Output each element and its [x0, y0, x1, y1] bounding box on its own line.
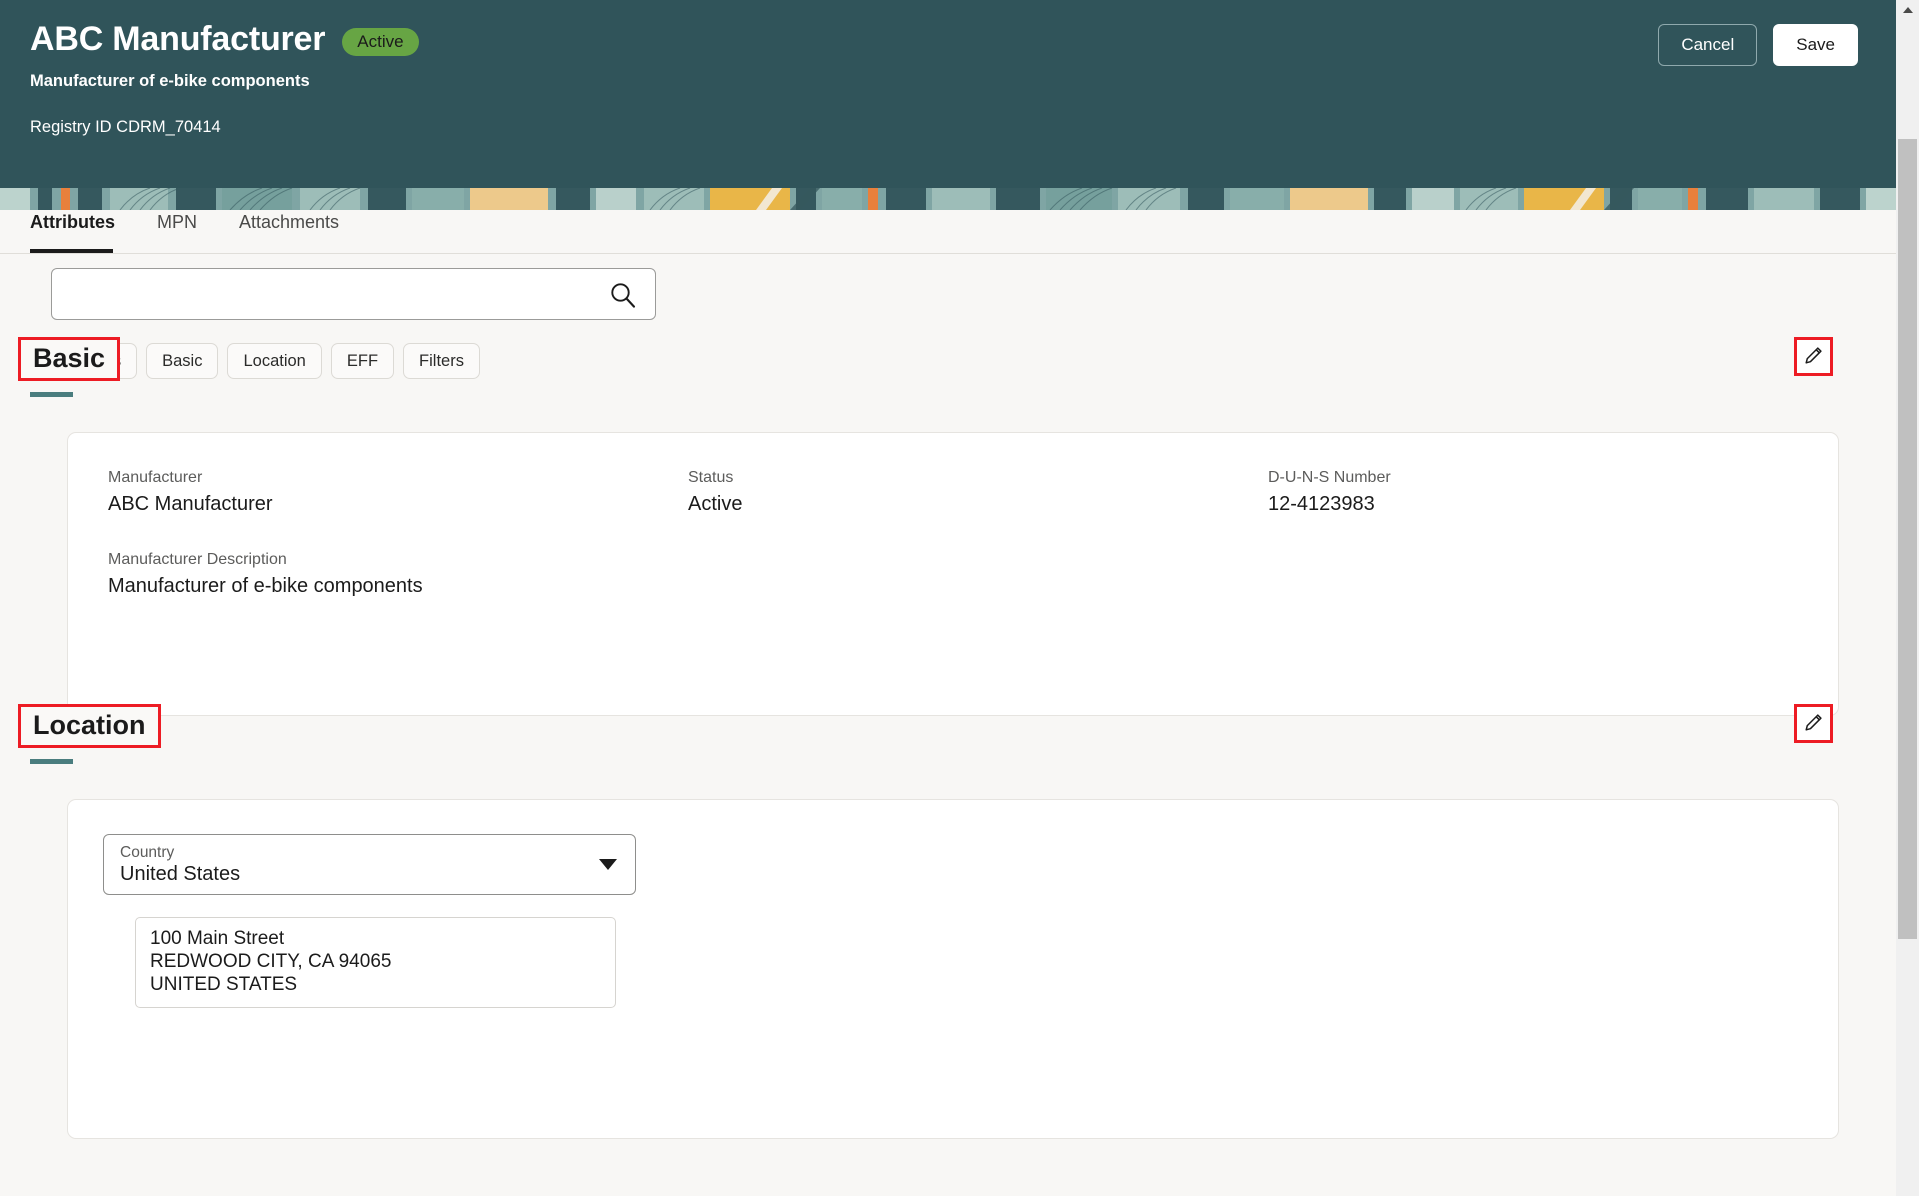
tab-bar: Attributes MPN Attachments [0, 210, 1896, 254]
search-box [51, 268, 656, 320]
country-select-label: Country [120, 844, 175, 861]
edit-location-button[interactable] [1794, 704, 1833, 743]
tab-attributes[interactable]: Attributes [30, 210, 136, 253]
section-location-accent-bar [30, 759, 73, 764]
cancel-button[interactable]: Cancel [1658, 24, 1758, 66]
tab-list: Attributes MPN Attachments [0, 210, 1896, 253]
country-select[interactable]: Country United States [103, 834, 636, 895]
section-basic-accent-bar [30, 392, 73, 397]
header-actions: Cancel Save [1658, 24, 1858, 66]
section-basic-title: Basic [33, 343, 106, 373]
address-line-2: REDWOOD CITY, CA 94065 [150, 951, 392, 973]
address-box[interactable]: 100 Main Street REDWOOD CITY, CA 94065 U… [135, 917, 616, 1008]
pencil-icon [1803, 344, 1825, 369]
field-manufacturer-label: Manufacturer [108, 469, 203, 486]
tab-mpn[interactable]: MPN [136, 210, 218, 253]
content-area: Groups Basic Location EFF Filters Basic [0, 255, 1896, 1196]
field-duns-label: D-U-N-S Number [1268, 469, 1391, 486]
search-input[interactable] [52, 269, 655, 319]
save-button[interactable]: Save [1773, 24, 1858, 66]
field-status-label: Status [688, 469, 734, 486]
section-location-header: Location [0, 704, 1896, 766]
address-line-3: UNITED STATES [150, 974, 298, 996]
basic-card: Manufacturer ABC Manufacturer Status Act… [67, 432, 1839, 716]
decorative-banner-strip [0, 188, 1896, 210]
section-basic-title-highlight: Basic [18, 337, 121, 381]
page-header: ABC Manufacturer Active Manufacturer of … [0, 0, 1896, 188]
scrollbar-thumb[interactable] [1898, 139, 1917, 939]
field-manufacturer-description-value: Manufacturer of e-bike components [108, 575, 423, 598]
section-location-title-highlight: Location [18, 704, 161, 748]
field-status: Status Active [688, 468, 1268, 517]
header-inner: ABC Manufacturer Active Manufacturer of … [0, 0, 1896, 188]
basic-field-grid: Manufacturer ABC Manufacturer Status Act… [68, 433, 1838, 632]
vertical-scrollbar[interactable] [1896, 0, 1919, 1196]
registry-id: Registry ID CDRM_70414 [30, 117, 221, 136]
header-subtitle: Manufacturer of e-bike components [30, 71, 310, 90]
country-select-value: United States [120, 863, 241, 885]
address-line-1: 100 Main Street [150, 928, 285, 949]
search-container [51, 268, 656, 320]
field-status-value: Active [688, 493, 743, 516]
pencil-icon [1803, 711, 1825, 736]
field-duns: D-U-N-S Number 12-4123983 [1268, 468, 1838, 517]
field-manufacturer-description-label: Manufacturer Description [108, 551, 287, 569]
status-badge: Active [342, 27, 419, 57]
scroll-up-arrow-icon[interactable] [1902, 7, 1913, 13]
section-basic-header: Basic [0, 337, 1896, 399]
page-title: ABC Manufacturer [30, 20, 326, 58]
location-card: Country United States 100 Main Street RE… [67, 799, 1839, 1139]
section-location-title: Location [33, 710, 146, 740]
edit-basic-button[interactable] [1794, 337, 1833, 376]
field-manufacturer: Manufacturer ABC Manufacturer [108, 468, 688, 517]
chevron-down-icon[interactable] [599, 859, 617, 870]
section-basic: Basic Manufacturer ABC Manufacturer Stat… [0, 337, 1896, 716]
section-location: Location Country United States 100 Main … [0, 704, 1896, 1139]
field-manufacturer-description: Manufacturer Description Manufacturer of… [108, 550, 688, 599]
tab-attachments[interactable]: Attachments [218, 210, 360, 253]
field-duns-value: 12-4123983 [1268, 493, 1375, 516]
app-root: ABC Manufacturer Active Manufacturer of … [0, 0, 1919, 1196]
search-icon[interactable] [609, 281, 637, 309]
title-row: ABC Manufacturer Active [30, 20, 1896, 58]
field-manufacturer-value: ABC Manufacturer [108, 493, 273, 516]
